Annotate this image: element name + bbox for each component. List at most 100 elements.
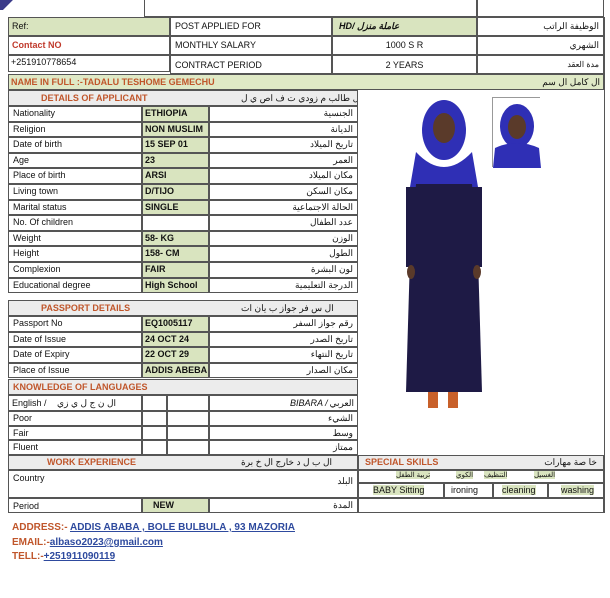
arabic-label: BIBARA / (290, 398, 328, 408)
ref-label: Ref: (8, 17, 170, 36)
passport-value: ADDIS ABEBA (142, 362, 209, 379)
work-title-ar: ال ب ل د خارج ال خ برة (241, 457, 333, 467)
passport-ar: مكان الصدار (209, 362, 358, 379)
arabic-ar: العربي (329, 398, 354, 408)
contact-label: Contact NO (8, 36, 170, 55)
applicant-label: Nationality (8, 106, 142, 122)
address-line: ADDRESS:- ADDIS ABABA , BOLE BULBULA , 9… (12, 522, 295, 533)
applicant-ar: عدد الطفال (209, 215, 358, 231)
english-ar: ال ن ج ل ي زي (57, 398, 116, 408)
contract-period-label: CONTRACT PERIOD (170, 55, 332, 74)
applicant-label: Height (8, 246, 142, 262)
applicant-title-ar: ال طالب م زودي ت ف اص ي ل (241, 93, 358, 103)
applicant-label: No. Of children (8, 215, 142, 231)
language-level-label: Poor (8, 411, 142, 426)
passport-label: Place of Issue (8, 362, 142, 379)
tell-label: TELL:- (12, 551, 44, 562)
monthly-salary-ar: الشهري (477, 36, 604, 55)
language-level-box-2 (167, 440, 209, 455)
applicant-value: ETHIOPIA (142, 106, 209, 122)
passport-ar: تاريخ الصدر (209, 331, 358, 348)
skill-baby-sitting: BABY Sitting (358, 483, 444, 498)
skill-ar-1: تربية الطفل (396, 471, 431, 479)
work-country-row: Country البلد (8, 470, 358, 498)
skills-ar-row (358, 470, 604, 483)
applicant-label: Date of birth (8, 137, 142, 153)
applicant-label: Educational degree (8, 277, 142, 294)
passport-label: Passport No (8, 316, 142, 332)
language-level-ar: ممتاز (209, 440, 358, 455)
full-length-photo (398, 92, 488, 416)
full-name-label: NAME IN FULL :-TADALU TESHOME GEMECHU (11, 77, 215, 87)
work-section-header: WORK EXPERIENCE ال ب ل د خارج ال خ برة (8, 455, 358, 470)
applicant-ar: الوزن (209, 230, 358, 247)
arabic-label-cell: BIBARA / العربي (209, 395, 358, 411)
post-applied-ar: الوظيفة الراتب (477, 17, 604, 36)
email-link[interactable]: albaso2023@gmail.com (50, 537, 163, 548)
language-level-box-2 (167, 425, 209, 441)
top-box-center (144, 0, 477, 17)
applicant-ar: مكان السكن (209, 184, 358, 200)
period-ar: المدة (209, 498, 358, 513)
language-level-label: Fair (8, 425, 142, 441)
language-level-label: Fluent (8, 440, 142, 455)
tell-link[interactable]: +251911090119 (44, 551, 115, 562)
applicant-value: SINGLE (142, 199, 209, 216)
applicant-value: 23 (142, 152, 209, 169)
applicant-label: Living town (8, 184, 142, 200)
monthly-salary-label: MONTHLY SALARY (170, 36, 332, 55)
applicant-ar: مكان الميلاد (209, 168, 358, 184)
tell-line: TELL:-+251911090119 (12, 551, 115, 562)
passport-label: Date of Issue (8, 331, 142, 348)
post-applied-label: POST APPLIED FOR (170, 17, 332, 36)
applicant-value: FAIR (142, 262, 209, 278)
skill-washing: washing (548, 483, 604, 498)
applicant-value: ARSI (142, 168, 209, 184)
period-value: NEW (142, 498, 209, 513)
skills-title-ar: خا صة مهارات (544, 457, 597, 467)
applicant-label: Weight (8, 230, 142, 247)
passport-section-header: PASSPORT DETAILS ال س فر جواز ب يان ات (8, 300, 358, 316)
full-name-row: NAME IN FULL :-TADALU TESHOME GEMECHU ال… (8, 74, 604, 90)
languages-section-header: KNOWLEDGE OF LANGUAGES (8, 379, 358, 395)
skill-washing-label: washing (561, 485, 595, 495)
applicant-value: 15 SEP 01 (142, 137, 209, 153)
applicant-label: Marital status (8, 199, 142, 216)
skill-baby-sitting-label: BABY Sitting (373, 485, 425, 495)
language-level-ar: الشيء (209, 411, 358, 426)
passport-value: 24 OCT 24 (142, 331, 209, 348)
passport-label: Date of Expiry (8, 347, 142, 363)
english-label: English / (12, 398, 47, 408)
applicant-value: D/TIJO (142, 184, 209, 200)
applicant-value (142, 215, 209, 231)
applicant-ar: الحالة الاجتماعية (209, 199, 358, 216)
address-value[interactable]: ADDIS ABABA , BOLE BULBULA , 93 MAZORIA (70, 522, 295, 533)
passport-photo (492, 97, 541, 168)
applicant-title: DETAILS OF APPLICANT (41, 93, 148, 103)
top-box-right (477, 0, 604, 17)
applicant-ar: تاريخ الميلاد (209, 137, 358, 153)
page-frame-right (604, 17, 605, 513)
applicant-label: Age (8, 152, 142, 169)
passport-title-ar: ال س فر جواز ب يان ات (241, 303, 334, 313)
skill-ar-3: التنظيف (484, 471, 508, 479)
country-label: Country (13, 473, 45, 483)
language-level-box-1 (142, 440, 167, 455)
language-level-box-1 (142, 425, 167, 441)
contract-period-ar: مدة العقد (477, 55, 604, 74)
period-label-cell: Period (8, 498, 142, 513)
country-ar: البلد (337, 476, 353, 486)
email-label: EMAIL:- (12, 537, 50, 548)
monthly-salary-value: 1000 S R (332, 36, 477, 55)
email-line: EMAIL:-albaso2023@gmail.com (12, 537, 163, 548)
skill-ironing: ironing (444, 483, 493, 498)
applicant-ar: الجنسية (209, 106, 358, 122)
applicant-ar: العمر (209, 152, 358, 169)
language-level-box-2 (167, 411, 209, 426)
skill-ar-2: الكوي (456, 471, 474, 479)
applicant-label: Place of birth (8, 168, 142, 184)
skill-cleaning: cleaning (493, 483, 548, 498)
applicant-ar: الديانة (209, 121, 358, 138)
applicant-ar: الدرجة التعليمية (209, 277, 358, 294)
applicant-value: High School (142, 277, 209, 294)
